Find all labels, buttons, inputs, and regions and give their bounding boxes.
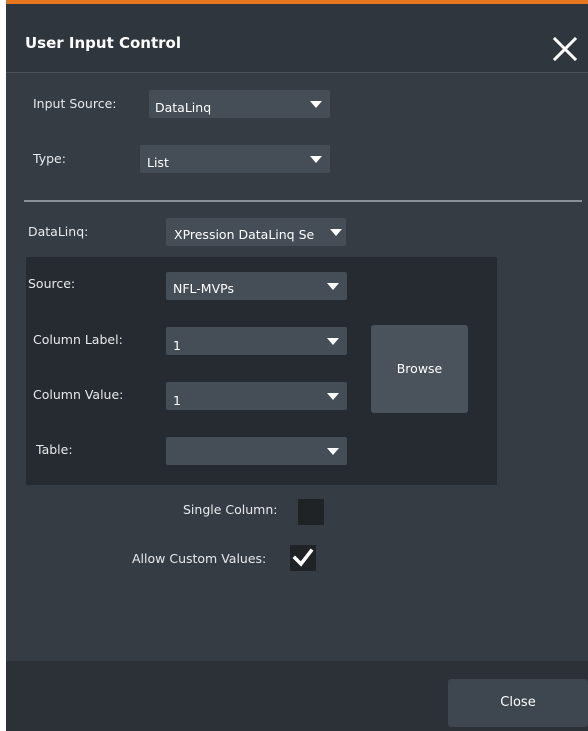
type-select[interactable]: List [140,145,330,173]
allow-custom-values-checkbox[interactable] [290,545,316,571]
datalinq-label: DataLinq: [28,224,89,239]
chevron-down-icon [327,448,339,455]
dialog-title: User Input Control [25,34,181,52]
column-label-select[interactable]: 1 [166,327,347,355]
table-select[interactable] [166,437,347,465]
title-bar: User Input Control [6,4,588,73]
datalinq-value: XPression DataLinq Se [174,227,315,242]
chevron-down-icon [310,156,322,163]
close-button[interactable]: Close [448,679,588,727]
column-label-label: Column Label: [33,332,123,347]
datalinq-select[interactable]: XPression DataLinq Se [166,218,346,246]
close-icon[interactable] [552,36,578,62]
divider [24,200,582,202]
source-select[interactable]: NFL-MVPs [166,272,347,300]
column-label-value: 1 [173,338,181,353]
chevron-down-icon [327,283,339,290]
user-input-control-dialog: User Input Control Input Source: DataLin… [6,0,588,731]
column-value-select[interactable]: 1 [166,382,347,410]
type-value: List [147,155,169,170]
checkmark-icon [292,548,314,567]
input-source-select[interactable]: DataLinq [149,90,330,118]
source-value: NFL-MVPs [173,281,234,296]
source-label: Source: [28,276,76,291]
browse-button-label: Browse [396,361,443,376]
chevron-down-icon [327,338,339,345]
column-value-label: Column Value: [33,387,124,402]
table-label: Table: [36,442,73,457]
single-column-checkbox[interactable] [298,499,324,525]
close-button-label: Close [500,695,536,710]
column-value-value: 1 [173,393,181,408]
input-source-label: Input Source: [33,96,117,111]
chevron-down-icon [327,393,339,400]
chevron-down-icon [330,229,342,236]
type-label: Type: [33,151,66,166]
single-column-label: Single Column: [183,502,278,517]
input-source-value: DataLinq [155,100,212,115]
browse-button[interactable]: Browse [371,325,468,413]
allow-custom-values-label: Allow Custom Values: [132,551,267,566]
chevron-down-icon [310,101,322,108]
